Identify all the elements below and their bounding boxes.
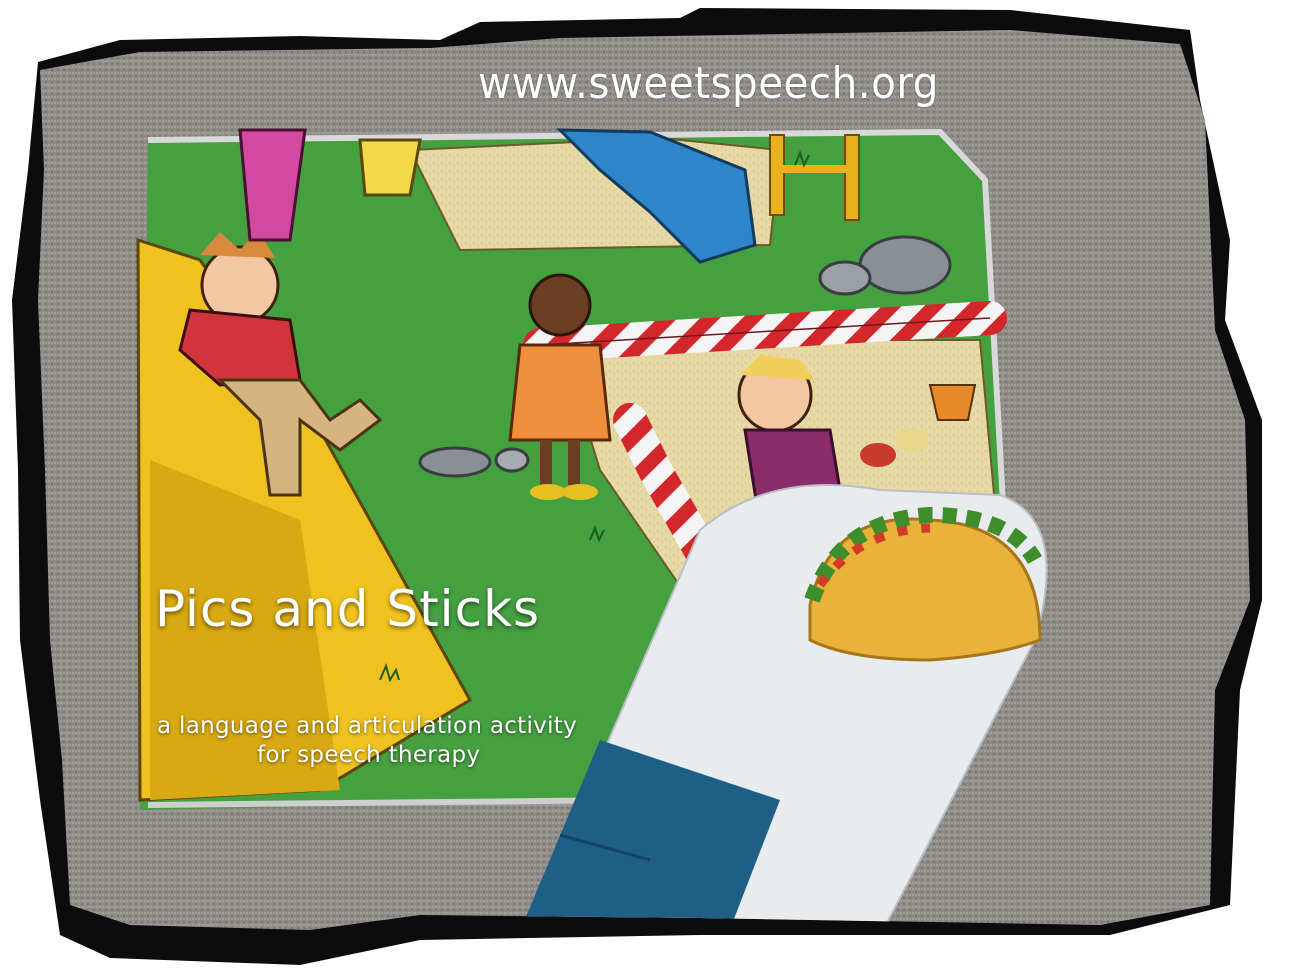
activity-title: Pics and Sticks: [155, 580, 541, 638]
photo-collage: [0, 0, 1303, 977]
photo-scene: [12, 8, 1262, 965]
website-url: www.sweetspeech.org: [478, 58, 939, 109]
subtitle-line-1: a language and articulation activity: [157, 713, 577, 739]
subtitle-line-2: for speech therapy: [257, 742, 481, 768]
